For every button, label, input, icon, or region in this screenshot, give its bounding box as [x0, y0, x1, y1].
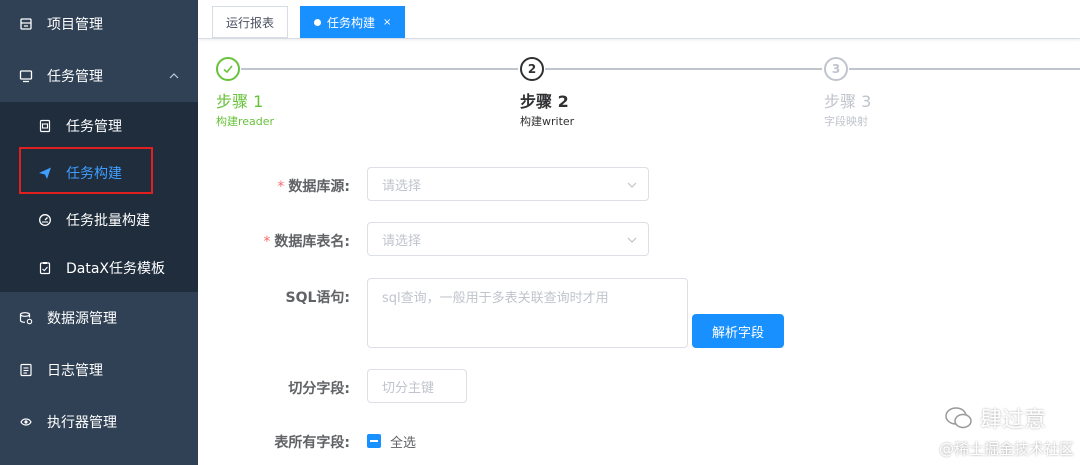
- step-title: 步骤 2: [520, 92, 569, 111]
- app-root: 项目管理 任务管理 任务管理 任务构建 任务批量构建 DataX任务模板 数据源…: [0, 0, 1080, 465]
- wechat-icon: [945, 407, 972, 429]
- watermark-site: @稀土掘金技术社区: [938, 440, 1074, 458]
- datasource-label: * 数据库源:: [250, 176, 350, 196]
- watermark-author: 肆过意: [979, 408, 1046, 433]
- project-icon: [18, 16, 34, 32]
- input-placeholder: 切分主键: [382, 380, 435, 396]
- sidebar-item-label: 数据源管理: [47, 311, 117, 327]
- task-icon: [37, 118, 53, 134]
- indeterminate-icon: [370, 440, 378, 442]
- all-fields-label: 表所有字段:: [274, 435, 350, 451]
- executor-icon: [18, 414, 34, 430]
- step-1-check-icon: [216, 57, 240, 81]
- sidebar-item-label: 执行器管理: [47, 415, 117, 431]
- sidebar-item-log[interactable]: 日志管理: [0, 344, 198, 396]
- table-label-text: 数据库表名:: [274, 234, 350, 250]
- chevron-up-icon[interactable]: [168, 70, 180, 82]
- tabs-bar: 运行报表 任务构建 ×: [198, 0, 1080, 39]
- tab-task-build[interactable]: 任务构建 ×: [300, 6, 406, 38]
- sidebar-subitem-batch-build[interactable]: 任务批量构建: [0, 196, 198, 244]
- sql-textarea[interactable]: sql查询，一般用于多表关联查询时才用: [367, 278, 688, 348]
- step-connector: [849, 68, 1080, 70]
- active-dot-icon: [314, 18, 321, 26]
- sidebar-item-label: 任务管理: [47, 69, 103, 85]
- batch-icon: [37, 212, 53, 228]
- sidebar-subitem-label: DataX任务模板: [66, 261, 166, 277]
- step-description: 字段映射: [824, 115, 868, 128]
- tab-label: 运行报表: [226, 15, 275, 30]
- table-select[interactable]: 请选择: [367, 222, 649, 256]
- table-label: * 数据库表名:: [230, 231, 350, 251]
- sidebar-subitem-label: 任务管理: [66, 119, 122, 135]
- step-2-number: 2: [520, 57, 544, 81]
- sidebar-item-executor[interactable]: 执行器管理: [0, 396, 198, 448]
- select-placeholder: 请选择: [382, 178, 422, 194]
- step-connector: [545, 68, 822, 70]
- sql-label: SQL语句:: [285, 290, 350, 306]
- select-all-checkbox[interactable]: [367, 434, 381, 448]
- required-mark: *: [263, 234, 271, 250]
- watermark-logo: 肆过意: [944, 402, 1046, 434]
- split-label: 切分字段:: [288, 381, 350, 397]
- step-3-number: 3: [824, 57, 848, 81]
- template-icon: [37, 260, 53, 276]
- sidebar-item-project[interactable]: 项目管理: [0, 0, 198, 48]
- chevron-down-icon: [627, 182, 637, 188]
- step-connector: [241, 68, 518, 70]
- step-title: 步骤 1: [216, 92, 264, 111]
- tab-label: 任务构建: [327, 15, 376, 30]
- split-key-input[interactable]: 切分主键: [367, 369, 467, 403]
- step-title: 步骤 3: [824, 92, 872, 111]
- sidebar-subitem-label: 任务批量构建: [66, 213, 150, 229]
- select-placeholder: 请选择: [382, 233, 422, 249]
- datasource-select[interactable]: 请选择: [367, 167, 649, 201]
- sidebar-subitem-task-management[interactable]: 任务管理: [0, 102, 198, 150]
- sidebar-item-datasource[interactable]: 数据源管理: [0, 292, 198, 344]
- select-all-label[interactable]: 全选: [390, 432, 416, 451]
- submenu: 任务管理 任务构建 任务批量构建 DataX任务模板: [0, 102, 198, 292]
- highlight-box: [19, 147, 153, 194]
- step-description: 构建writer: [520, 115, 575, 128]
- step-description: 构建reader: [216, 115, 275, 128]
- sidebar-item-label: 日志管理: [47, 363, 103, 379]
- required-mark: *: [277, 179, 285, 195]
- database-icon: [18, 310, 34, 326]
- sidebar: 项目管理 任务管理 任务管理 任务构建 任务批量构建 DataX任务模板 数据源…: [0, 0, 198, 465]
- close-icon[interactable]: ×: [383, 17, 391, 28]
- sidebar-subitem-datax-template[interactable]: DataX任务模板: [0, 244, 198, 292]
- sidebar-item-label: 项目管理: [47, 17, 103, 33]
- monitor-icon: [18, 68, 34, 84]
- chevron-down-icon: [627, 237, 637, 243]
- datasource-label-text: 数据库源:: [288, 179, 350, 195]
- log-icon: [18, 362, 34, 378]
- tab-run-report[interactable]: 运行报表: [212, 6, 289, 38]
- parse-fields-button[interactable]: 解析字段: [692, 314, 784, 348]
